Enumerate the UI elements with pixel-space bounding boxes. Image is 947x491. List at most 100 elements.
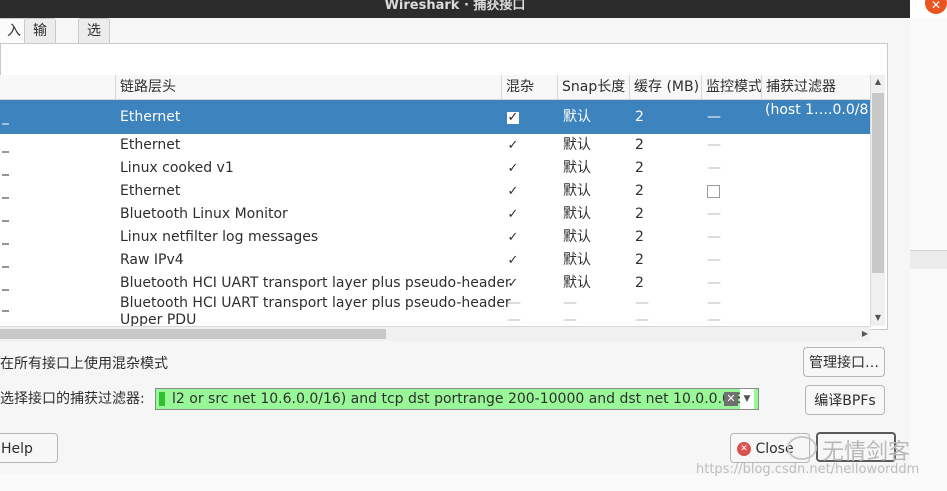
table-row[interactable]: _ Ethernet ✓ 默认 2: [0, 180, 870, 203]
col-header-promisc[interactable]: 混杂: [502, 75, 558, 99]
link-cell: Linux cooked v1: [120, 160, 234, 176]
buffer-cell: 2: [635, 109, 644, 125]
row-marker: _: [2, 160, 9, 176]
row-marker: _: [2, 206, 9, 222]
tab-output[interactable]: 输出: [24, 18, 56, 63]
row-marker: _: [2, 252, 9, 268]
promisc-checkbox[interactable]: ✓: [507, 100, 519, 134]
manage-interfaces-button[interactable]: 管理接口…: [803, 347, 885, 377]
monitor-cell: —: [707, 160, 721, 176]
link-cell: Bluetooth HCI UART transport layer plus …: [120, 295, 511, 311]
link-cell: Bluetooth Linux Monitor: [120, 206, 288, 222]
buffer-cell: 2: [635, 206, 644, 222]
bookmark-icon[interactable]: [159, 392, 165, 406]
filter-cell: (host 1….0.0/8: [765, 102, 869, 118]
scroll-right-icon[interactable]: ▶: [862, 327, 868, 341]
snaplen-cell: —: [563, 312, 577, 326]
tab-input[interactable]: 入: [0, 18, 26, 43]
promisc-checkbox[interactable]: ✓: [507, 180, 519, 203]
row-marker: _: [2, 183, 9, 199]
row-marker: _: [2, 229, 9, 245]
promisc-checkbox[interactable]: ✓: [507, 157, 519, 180]
capture-filter-label: 选择接口的捕获过滤器:: [0, 391, 145, 407]
buffer-cell: —: [635, 312, 649, 326]
promisc-checkbox[interactable]: ✓: [507, 134, 519, 157]
monitor-cell: —: [707, 229, 721, 245]
table-row[interactable]: _ Bluetooth HCI UART transport layer plu…: [0, 272, 870, 295]
background-window: [910, 18, 947, 491]
monitor-cell: —: [707, 206, 721, 222]
link-cell: Ethernet: [120, 183, 181, 199]
table-row[interactable]: _ Ethernet ✓ 默认 2 — (host 1….0.0/8: [0, 100, 870, 134]
window-title: Wireshark · 捕获接口: [384, 0, 526, 13]
snaplen-cell: 默认: [563, 160, 591, 176]
promisc-checkbox[interactable]: ✓: [507, 249, 519, 272]
col-header-buffer[interactable]: 缓存 (MB): [630, 75, 702, 99]
col-header-link[interactable]: 链路层头: [116, 75, 502, 99]
row-marker: _: [2, 109, 9, 125]
scroll-down-icon[interactable]: ▼: [871, 311, 885, 325]
buffer-cell: 2: [635, 252, 644, 268]
col-header-filter[interactable]: 捕获过滤器: [762, 75, 870, 99]
chevron-down-icon[interactable]: ▼: [740, 389, 754, 409]
scroll-up-icon[interactable]: ▲: [871, 75, 885, 89]
col-header-interface[interactable]: [0, 75, 116, 99]
wechat-icon: [787, 436, 817, 460]
link-cell: Linux netfilter log messages: [120, 229, 319, 245]
promisc-all-checkbox-label[interactable]: 在所有接口上使用混杂模式: [0, 354, 168, 374]
snaplen-cell: 默认: [563, 206, 591, 222]
table-row[interactable]: _ Raw IPv4 ✓ 默认 2 —: [0, 249, 870, 272]
link-cell: Bluetooth HCI UART transport layer plus …: [120, 275, 511, 291]
snaplen-cell: 默认: [563, 229, 591, 245]
close-icon: ✕: [737, 442, 751, 456]
tab-options[interactable]: 选项: [78, 18, 110, 63]
snaplen-cell: 默认: [563, 275, 591, 291]
table-header: 链路层头 混杂 Snap长度 缓存 (MB) 监控模式 捕获过滤器: [0, 75, 870, 100]
vertical-scroll-thumb[interactable]: [872, 93, 884, 273]
horizontal-scrollbar[interactable]: ▶: [0, 326, 870, 341]
col-header-monitor[interactable]: 监控模式: [702, 75, 762, 99]
promisc-cell: —: [507, 295, 521, 311]
monitor-cell: —: [707, 137, 721, 153]
table-row[interactable]: Upper PDU — — — —: [0, 311, 870, 326]
snaplen-cell: 默认: [563, 137, 591, 153]
snaplen-cell: 默认: [563, 252, 591, 268]
capture-filter-input[interactable]: l2 or src net 10.6.0.0/16) and tcp dst p…: [155, 388, 759, 410]
table-row[interactable]: _ Ethernet ✓ 默认 2 —: [0, 134, 870, 157]
buffer-cell: 2: [635, 229, 644, 245]
capture-filter-value: l2 or src net 10.6.0.0/16) and tcp dst p…: [172, 391, 745, 407]
promisc-cell: —: [507, 312, 521, 326]
buffer-cell: 2: [635, 137, 644, 153]
table-row[interactable]: _ Bluetooth HCI UART transport layer plu…: [0, 293, 870, 313]
link-cell: Raw IPv4: [120, 252, 184, 268]
buffer-cell: —: [635, 295, 649, 311]
snaplen-cell: 默认: [563, 183, 591, 199]
row-marker: _: [2, 137, 9, 153]
promisc-checkbox[interactable]: ✓: [507, 203, 519, 226]
col-header-snaplen[interactable]: Snap长度: [558, 75, 630, 99]
vertical-scrollbar[interactable]: ▲ ▼: [870, 75, 885, 326]
link-cell: Ethernet: [120, 137, 181, 153]
monitor-cell: —: [707, 252, 721, 268]
table-row[interactable]: _ Bluetooth Linux Monitor ✓ 默认 2 —: [0, 203, 870, 226]
buffer-cell: 2: [635, 160, 644, 176]
title-bar: Wireshark · 捕获接口: [0, 0, 910, 18]
clear-icon[interactable]: ✕: [724, 392, 738, 406]
monitor-cell: —: [707, 275, 721, 291]
buffer-cell: 2: [635, 275, 644, 291]
buffer-cell: 2: [635, 183, 644, 199]
compile-bpfs-button[interactable]: 编译BPFs: [805, 385, 885, 415]
help-button[interactable]: Help: [0, 433, 58, 463]
window-close-button[interactable]: ✕: [925, 0, 947, 14]
watermark-url: https://blog.csdn.net/helloworddm: [696, 462, 920, 477]
table-row[interactable]: _ Linux cooked v1 ✓ 默认 2 —: [0, 157, 870, 180]
interfaces-table: 链路层头 混杂 Snap长度 缓存 (MB) 监控模式 捕获过滤器 _ Ethe…: [0, 75, 870, 326]
horizontal-scroll-thumb[interactable]: [0, 329, 386, 339]
monitor-cell: —: [707, 312, 721, 326]
table-row[interactable]: _ Linux netfilter log messages ✓ 默认 2 —: [0, 226, 870, 249]
link-cell: Upper PDU: [120, 312, 197, 326]
promisc-checkbox[interactable]: ✓: [507, 272, 519, 295]
promisc-checkbox[interactable]: ✓: [507, 226, 519, 249]
link-cell: Ethernet: [120, 109, 181, 125]
monitor-cell: —: [707, 109, 721, 125]
